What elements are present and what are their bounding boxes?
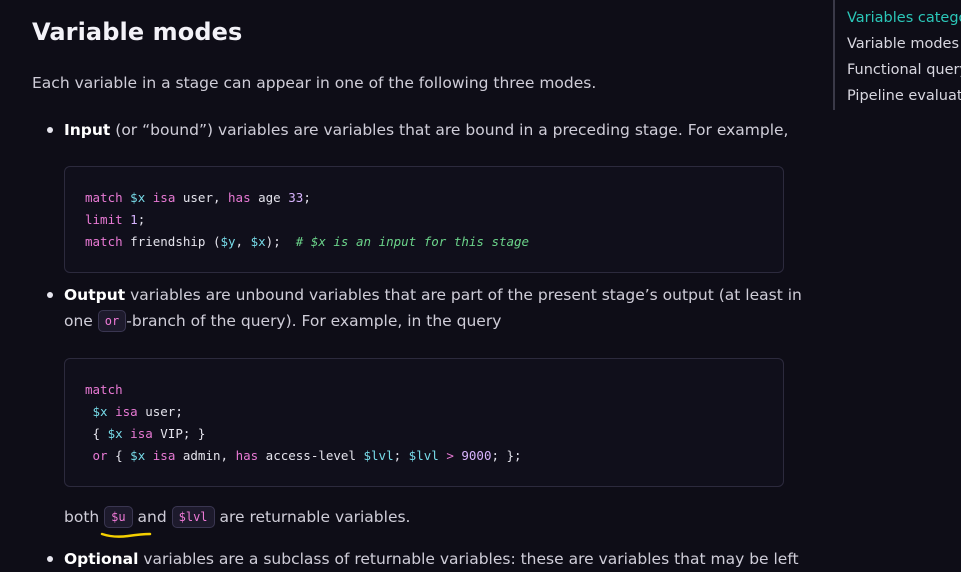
code-token: match xyxy=(85,234,123,249)
code-token: # $x is an input for this stage xyxy=(295,234,530,249)
code2-line: { $x isa VIP; } xyxy=(85,423,763,445)
code-token: { xyxy=(85,426,108,441)
code-token: ; xyxy=(393,448,409,463)
code-token: or xyxy=(92,448,108,463)
code1-line: limit 1; xyxy=(85,209,763,231)
code1-line: match friendship ($y, $x); # $x is an in… xyxy=(85,231,763,253)
code-token: admin, xyxy=(175,448,236,463)
code-token: ; xyxy=(303,190,311,205)
code-token: isa xyxy=(130,426,153,441)
code-token: user, xyxy=(175,190,229,205)
output-text-before-code: one xyxy=(64,312,98,330)
code-token: age xyxy=(250,190,289,205)
inline-code-u: $u xyxy=(104,506,133,528)
code-block-input: match $x isa user, has age 33; limit 1; ma… xyxy=(64,166,784,273)
code-token: $x xyxy=(130,190,146,205)
code-token: $x xyxy=(92,404,108,419)
code2-line: or { $x isa admin, has access-level $lvl… xyxy=(85,445,763,467)
code-token: $y xyxy=(220,234,236,249)
code-token: match xyxy=(85,190,123,205)
input-text: (or “bound”) variables are variables tha… xyxy=(110,121,789,139)
code-token: limit xyxy=(85,212,123,227)
optional-text: variables are a subclass of returnable v… xyxy=(138,550,799,568)
code-token: user; xyxy=(137,404,183,419)
returnable-paragraph: both $u and $lvl are returnable variable… xyxy=(64,504,410,530)
toc-active-indicator xyxy=(833,8,835,32)
code-token: , xyxy=(235,234,251,249)
code-token: match xyxy=(85,382,123,397)
code-token: 9000 xyxy=(461,448,492,463)
bullet-dot xyxy=(47,292,53,298)
code-token: > xyxy=(446,448,454,463)
optional-item: Optional variables are a subclass of ret… xyxy=(64,546,804,572)
code-token: $x xyxy=(107,426,123,441)
inline-code-lvl: $lvl xyxy=(171,506,215,528)
code-token: $x xyxy=(130,448,146,463)
code-block-output: match $x isa user; { $x isa VIP; } or { … xyxy=(64,358,784,487)
code-token: $lvl xyxy=(363,448,394,463)
returnable-text: are returnable variables. xyxy=(214,508,411,526)
toc-item-variable-modes[interactable]: Variable modes xyxy=(847,36,959,52)
intro-paragraph: Each variable in a stage can appear in o… xyxy=(32,74,597,92)
code-token: isa xyxy=(152,190,176,205)
code-token: 33 xyxy=(288,190,304,205)
section-heading: Variable modes xyxy=(32,18,243,46)
output-text-line1: variables are unbound variables that are… xyxy=(125,286,802,304)
code-token: has xyxy=(228,190,251,205)
main-content: Variable modes Each variable in a stage … xyxy=(0,0,820,568)
table-of-contents: Variables categor Variable modes Functio… xyxy=(833,0,961,110)
code-token: { xyxy=(107,448,131,463)
bullet-dot xyxy=(47,127,53,133)
input-item: Input (or “bound”) variables are variabl… xyxy=(64,117,804,143)
toc-item-variables-categories[interactable]: Variables categor xyxy=(847,10,961,26)
code2-line: $x isa user; xyxy=(85,401,763,423)
word-and: and xyxy=(132,508,172,526)
output-term: Output xyxy=(64,286,126,304)
toc-item-pipeline-evaluation[interactable]: Pipeline evaluatio xyxy=(847,88,961,104)
code-token: access-level xyxy=(258,448,364,463)
toc-item-functional-query[interactable]: Functional query xyxy=(847,62,961,78)
output-text-after-code: -branch of the query). For example, in t… xyxy=(126,312,502,330)
code-token: ; xyxy=(137,212,146,227)
code-token: $lvl xyxy=(408,448,439,463)
code2-line: match xyxy=(85,379,763,401)
yellow-underline-annotation xyxy=(100,532,152,538)
code1-line: match $x isa user, has age 33; xyxy=(85,187,763,209)
inline-code-or: or xyxy=(97,310,127,332)
code-token: ; }; xyxy=(491,448,522,463)
input-term: Input xyxy=(64,121,111,139)
code-token: ); xyxy=(265,234,296,249)
code-token: friendship ( xyxy=(122,234,221,249)
output-item: Output variables are unbound variables t… xyxy=(64,282,804,334)
code-token: isa xyxy=(115,404,138,419)
code-token: $x xyxy=(250,234,266,249)
optional-term: Optional xyxy=(64,550,139,568)
code-token: isa xyxy=(152,448,176,463)
code-token: 1 xyxy=(130,212,138,227)
code-token: VIP; } xyxy=(152,426,206,441)
code-token: has xyxy=(235,448,259,463)
word-both: both xyxy=(64,508,105,526)
